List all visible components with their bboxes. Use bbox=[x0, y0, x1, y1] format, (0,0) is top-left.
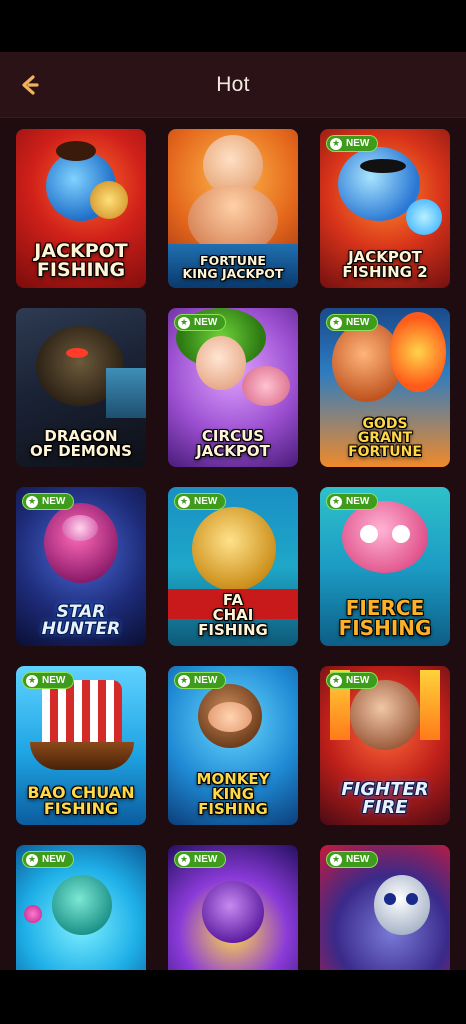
game-title: DRAGON OF DEMONS bbox=[30, 427, 132, 460]
game-grid: JACKPOT FISHING FORTUNE KING JACKPOT ★ NE… bbox=[16, 129, 450, 970]
new-badge: ★ NEW bbox=[326, 135, 379, 152]
back-arrow-icon bbox=[22, 75, 39, 95]
game-tile-fortune-king-jackpot[interactable]: FORTUNE KING JACKPOT bbox=[168, 129, 298, 288]
new-badge: ★ NEW bbox=[174, 314, 227, 331]
new-badge: ★ NEW bbox=[174, 672, 227, 689]
new-badge: ★ NEW bbox=[174, 851, 227, 868]
star-icon: ★ bbox=[178, 495, 190, 508]
new-badge: ★ NEW bbox=[22, 851, 75, 868]
new-badge: ★ NEW bbox=[326, 493, 379, 510]
new-badge: ★ NEW bbox=[326, 314, 379, 331]
new-badge: ★ NEW bbox=[174, 493, 227, 510]
game-tile-jackpot-fishing[interactable]: JACKPOT FISHING bbox=[16, 129, 146, 288]
game-tile-jackpot-fishing-2[interactable]: ★ NEW JACKPOT FISHING 2 bbox=[320, 129, 450, 288]
back-button[interactable] bbox=[14, 69, 46, 101]
star-icon: ★ bbox=[178, 674, 190, 687]
game-title: JACKPOT FISHING 2 bbox=[342, 248, 428, 281]
game-list[interactable]: JACKPOT FISHING FORTUNE KING JACKPOT ★ NE… bbox=[0, 118, 466, 970]
header: Hot bbox=[0, 52, 466, 118]
star-icon: ★ bbox=[330, 674, 342, 687]
page-title: Hot bbox=[216, 72, 250, 96]
star-icon: ★ bbox=[178, 853, 190, 866]
star-icon: ★ bbox=[330, 853, 342, 866]
game-title: BAO CHUAN FISHING bbox=[27, 783, 135, 818]
status-bar bbox=[0, 0, 466, 52]
new-badge: ★ NEW bbox=[22, 493, 75, 510]
bottom-bar bbox=[0, 970, 466, 1024]
game-tile-bao-chuan-fishing[interactable]: ★ NEW BAO CHUAN FISHING bbox=[16, 666, 146, 825]
game-title: JACKPOT FISHING bbox=[34, 240, 128, 281]
game-tile-gods-grant-fortune[interactable]: ★ NEW GODS GRANT FORTUNE bbox=[320, 308, 450, 467]
game-tile-dragon-fishing[interactable]: ★ NEW bbox=[16, 845, 146, 970]
game-title: FORTUNE KING JACKPOT bbox=[182, 253, 284, 281]
game-tile-circus-jackpot[interactable]: ★ NEW CIRCUS JACKPOT bbox=[168, 308, 298, 467]
new-badge: ★ NEW bbox=[22, 672, 75, 689]
star-icon: ★ bbox=[26, 495, 38, 508]
game-tile-dragon-of-demons[interactable]: DRAGON OF DEMONS bbox=[16, 308, 146, 467]
game-tile-fighter-fire[interactable]: ★ NEW FIGHTER FIRE bbox=[320, 666, 450, 825]
game-tile-skeleton-fishing[interactable]: ★ NEW bbox=[320, 845, 450, 970]
star-icon: ★ bbox=[330, 495, 342, 508]
game-title: FA CHAI FISHING bbox=[198, 591, 268, 639]
game-tile-monkey-king-fishing[interactable]: ★ NEW MONKEY KING FISHING bbox=[168, 666, 298, 825]
game-tile-star-hunter[interactable]: ★ NEW STAR HUNTER bbox=[16, 487, 146, 646]
game-tile-demon-fishing[interactable]: ★ NEW bbox=[168, 845, 298, 970]
game-title: GODS GRANT FORTUNE bbox=[348, 416, 422, 460]
star-icon: ★ bbox=[26, 674, 38, 687]
new-badge: ★ NEW bbox=[326, 851, 379, 868]
star-icon: ★ bbox=[178, 316, 190, 329]
game-title: FIGHTER FIRE bbox=[341, 779, 429, 818]
star-icon: ★ bbox=[330, 316, 342, 329]
game-title: STAR HUNTER bbox=[41, 602, 121, 639]
game-tile-fa-chai-fishing[interactable]: ★ NEW FA CHAI FISHING bbox=[168, 487, 298, 646]
game-title: FIERCE FISHING bbox=[338, 596, 432, 640]
new-badge: ★ NEW bbox=[326, 672, 379, 689]
star-icon: ★ bbox=[26, 853, 38, 866]
star-icon: ★ bbox=[330, 137, 342, 150]
game-title: MONKEY KING FISHING bbox=[196, 770, 270, 818]
game-tile-fierce-fishing[interactable]: ★ NEW FIERCE FISHING bbox=[320, 487, 450, 646]
game-title: CIRCUS JACKPOT bbox=[196, 427, 270, 460]
